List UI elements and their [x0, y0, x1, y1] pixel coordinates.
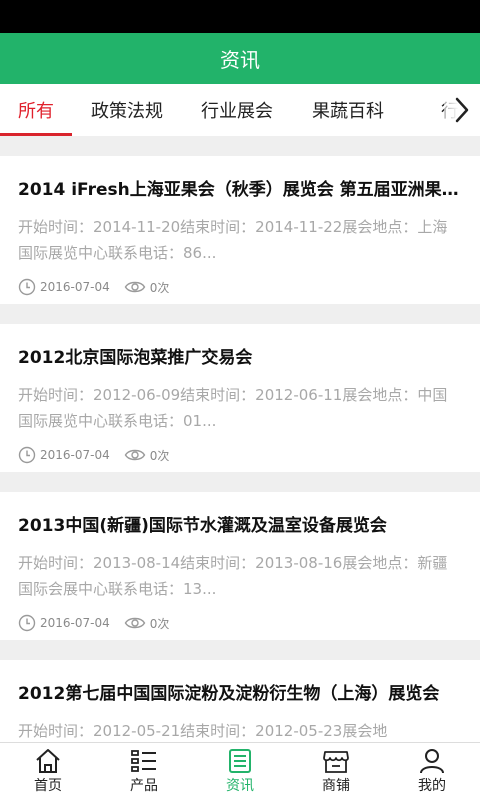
tab-industry-exhibitions[interactable]: 行业展会 [182, 84, 292, 136]
status-bar [0, 0, 480, 33]
nav-label: 首页 [34, 778, 62, 794]
article-date: 2016-07-04 [40, 448, 110, 462]
article-card[interactable]: 2012北京国际泡菜推广交易会 开始时间：2012-06-09结束时间：2012… [0, 324, 480, 472]
nav-shop[interactable]: 商铺 [288, 743, 384, 800]
home-icon [34, 748, 62, 774]
clock-icon [18, 446, 36, 464]
article-title: 2013中国(新疆)国际节水灌溉及温室设备展览会 [18, 516, 387, 536]
tab-produce-encyclopedia[interactable]: 果蔬百科 [292, 84, 404, 136]
user-icon [418, 748, 446, 774]
clock-icon [18, 614, 36, 632]
tab-all[interactable]: 所有 [0, 84, 72, 136]
article-summary: 开始时间：2014-11-20结束时间：2014-11-22展会地点：上海国际展… [18, 218, 448, 262]
eye-icon [124, 279, 146, 295]
shop-icon [322, 748, 350, 774]
list-icon [130, 748, 158, 774]
article-card[interactable]: 2013中国(新疆)国际节水灌溉及温室设备展览会 开始时间：2013-08-14… [0, 492, 480, 640]
article-date: 2016-07-04 [40, 280, 110, 294]
article-views: 0次 [149, 616, 170, 631]
tab-policy-regulations[interactable]: 政策法规 [72, 84, 182, 136]
nav-label: 商铺 [322, 778, 350, 794]
article-views: 0次 [149, 448, 170, 463]
article-meta: 2016-07-04 0次 [18, 612, 462, 634]
article-list: 2014 iFresh上海亚果会（秋季）展览会 第五届亚洲果蔬产业博览会 开始时… [0, 136, 480, 742]
article-summary: 开始时间：2013-08-14结束时间：2013-08-16展会地点：新疆国际会… [18, 554, 448, 598]
article-views: 0次 [149, 280, 170, 295]
nav-profile[interactable]: 我的 [384, 743, 480, 800]
nav-home[interactable]: 首页 [0, 743, 96, 800]
news-icon [226, 748, 254, 774]
nav-label: 我的 [418, 778, 446, 794]
eye-icon [124, 447, 146, 463]
app-header: 资讯 [0, 33, 480, 84]
article-summary: 开始时间：2012-05-21结束时间：2012-05-23展会地 [18, 722, 388, 740]
article-title: 2012北京国际泡菜推广交易会 [18, 348, 253, 368]
article-title: 2012第七届中国国际淀粉及淀粉衍生物（上海）展览会 [18, 684, 440, 704]
nav-label: 产品 [130, 778, 158, 794]
article-summary: 开始时间：2012-06-09结束时间：2012-06-11展会地点：中国国际展… [18, 386, 448, 430]
tab-scroll-right-button[interactable] [444, 84, 480, 136]
tab-label: 行业展会 [201, 101, 273, 122]
page-title: 资讯 [220, 48, 260, 72]
article-meta: 2016-07-04 0次 [18, 444, 462, 466]
tab-label: 政策法规 [91, 101, 163, 122]
clock-icon [18, 278, 36, 296]
article-date: 2016-07-04 [40, 616, 110, 630]
chevron-right-icon [455, 97, 469, 123]
tab-label: 所有 [18, 101, 54, 122]
bottom-nav: 首页 产品 资讯 商铺 我的 [0, 742, 480, 800]
eye-icon [124, 615, 146, 631]
nav-products[interactable]: 产品 [96, 743, 192, 800]
nav-news[interactable]: 资讯 [192, 743, 288, 800]
tab-label: 果蔬百科 [312, 101, 384, 122]
article-card[interactable]: 2012第七届中国国际淀粉及淀粉衍生物（上海）展览会 开始时间：2012-05-… [0, 660, 480, 742]
category-tab-bar: 所有 政策法规 行业展会 果蔬百科 行业 [0, 84, 480, 136]
article-title: 2014 iFresh上海亚果会（秋季）展览会 第五届亚洲果蔬产业博览会 [18, 180, 462, 200]
nav-label: 资讯 [226, 778, 254, 794]
article-card[interactable]: 2014 iFresh上海亚果会（秋季）展览会 第五届亚洲果蔬产业博览会 开始时… [0, 156, 480, 304]
article-meta: 2016-07-04 0次 [18, 276, 462, 298]
